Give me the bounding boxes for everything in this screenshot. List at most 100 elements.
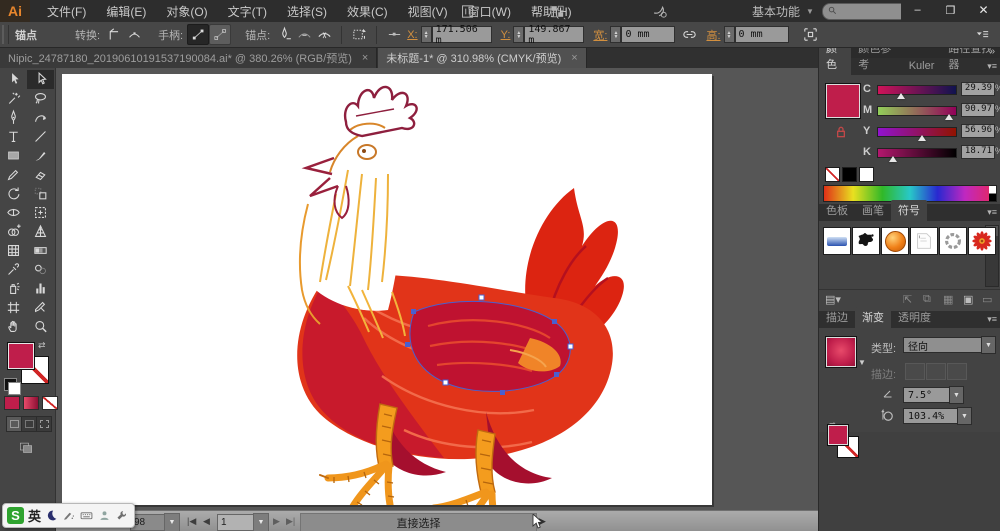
y-stepper[interactable]: ▲▼ — [513, 26, 524, 43]
channel-slider[interactable] — [877, 148, 957, 158]
gradient-button[interactable] — [23, 396, 39, 410]
tool-shape-builder[interactable] — [0, 222, 27, 241]
channel-slider[interactable] — [877, 127, 957, 137]
ime-logo[interactable]: S — [7, 507, 24, 524]
artboard-dropdown-icon[interactable]: ▼ — [253, 513, 269, 531]
symbol-blue-banner[interactable] — [823, 227, 851, 255]
angle-caret-icon[interactable]: ▼ — [949, 386, 964, 404]
color-panel-menu-icon[interactable]: ▾≡ — [987, 61, 997, 72]
channel-value-field[interactable]: 90.97 — [961, 103, 995, 117]
menu-item-4[interactable]: 选择(S) — [278, 0, 336, 23]
menu-item-6[interactable]: 视图(V) — [399, 0, 457, 23]
tool-paintbrush[interactable] — [27, 146, 54, 165]
slider-thumb[interactable] — [918, 135, 926, 141]
draw-inside-icon[interactable] — [37, 417, 51, 431]
symbol-red-flower[interactable] — [968, 227, 996, 255]
tool-eyedropper[interactable] — [0, 260, 27, 279]
slider-thumb[interactable] — [897, 93, 905, 99]
gradient-tab-0[interactable]: 描边 — [819, 307, 855, 328]
gradient-type-caret-icon[interactable]: ▼ — [981, 336, 996, 354]
white-chip[interactable] — [859, 167, 874, 182]
tool-type[interactable] — [0, 127, 27, 146]
width-field[interactable]: 0 mm — [621, 26, 675, 43]
delete-symbol-icon[interactable]: ▭ — [982, 293, 992, 306]
tool-free-transform[interactable] — [27, 203, 54, 222]
channel-value-field[interactable]: 18.71 — [961, 145, 995, 159]
aspect-caret-icon[interactable]: ▼ — [957, 407, 972, 425]
place-symbol-icon[interactable]: ⇱ — [903, 293, 912, 306]
tool-selection[interactable] — [0, 70, 27, 89]
wrench-icon[interactable] — [115, 509, 128, 522]
symbol-orange-sphere[interactable] — [881, 227, 909, 255]
hide-handles-icon[interactable] — [209, 24, 231, 45]
gradient-type-select[interactable]: 径向 — [903, 337, 989, 353]
symbols-tab-2[interactable]: 符号 — [891, 200, 927, 221]
menu-item-2[interactable]: 对象(O) — [157, 0, 216, 23]
width-stepper[interactable]: ▲▼ — [610, 26, 621, 43]
new-symbol-icon[interactable]: ▣ — [963, 293, 973, 306]
tool-pencil[interactable] — [0, 165, 27, 184]
channel-slider[interactable] — [877, 106, 957, 116]
menu-item-5[interactable]: 效果(C) — [338, 0, 397, 23]
color-tab-2[interactable]: Kuler — [902, 58, 942, 75]
height-field[interactable]: 0 mm — [735, 26, 789, 43]
menu-item-0[interactable]: 文件(F) — [38, 0, 95, 23]
symbol-options-icon[interactable]: ▦ — [943, 293, 953, 306]
slider-thumb[interactable] — [945, 114, 953, 120]
gradient-swatch[interactable] — [825, 336, 857, 368]
tool-pen[interactable] — [0, 108, 27, 127]
tool-rotate[interactable] — [0, 184, 27, 203]
lock-icon[interactable] — [833, 123, 849, 141]
none-button[interactable] — [42, 396, 58, 410]
menu-item-1[interactable]: 编辑(E) — [97, 0, 155, 23]
artboard[interactable] — [62, 74, 712, 505]
tool-artboard[interactable] — [0, 298, 27, 317]
symbol-libraries-icon[interactable]: ▤▾ — [825, 293, 841, 306]
tool-hand[interactable] — [0, 317, 27, 336]
gradient-aspect-field[interactable]: 103.4% — [903, 408, 965, 424]
convert-to-corner-icon[interactable] — [104, 25, 124, 44]
black-chip[interactable] — [842, 167, 857, 182]
channel-value-field[interactable]: 29.39 — [961, 82, 995, 96]
tool-lasso[interactable] — [27, 89, 54, 108]
tool-blend[interactable] — [27, 260, 54, 279]
close-tab-icon[interactable]: × — [362, 52, 368, 64]
close-button[interactable]: ✕ — [967, 0, 1000, 20]
keyboard-icon[interactable] — [79, 509, 94, 522]
stroke-across-icon[interactable] — [947, 363, 967, 380]
symbols-tab-1[interactable]: 画笔 — [855, 200, 891, 221]
control-bar-grip[interactable] — [2, 25, 9, 44]
canvas-pasteboard[interactable] — [55, 68, 818, 510]
slider-thumb[interactable] — [889, 156, 897, 162]
last-artboard-icon[interactable]: ▶| — [286, 516, 295, 527]
tool-column-graph[interactable] — [27, 279, 54, 298]
swap-fill-stroke-icon[interactable]: ⇄ — [38, 340, 46, 351]
tool-rectangle[interactable] — [0, 146, 27, 165]
symbol-ink-splat[interactable] — [852, 227, 880, 255]
tool-slice[interactable] — [27, 298, 54, 317]
color-button[interactable] — [4, 396, 20, 410]
cut-path-icon[interactable] — [314, 25, 334, 44]
app-logo[interactable]: Ai — [0, 0, 30, 22]
remove-anchor-icon[interactable] — [274, 25, 294, 44]
tool-eraser[interactable] — [27, 165, 54, 184]
height-stepper[interactable]: ▲▼ — [724, 26, 735, 43]
moon-icon[interactable] — [45, 509, 58, 522]
link-dimensions-icon[interactable] — [679, 25, 699, 44]
tool-scale[interactable] — [27, 184, 54, 203]
connect-path-icon[interactable] — [294, 25, 314, 44]
stroke-within-icon[interactable] — [905, 363, 925, 380]
x-stepper[interactable]: ▲▼ — [421, 26, 432, 43]
tool-gradient[interactable] — [27, 241, 54, 260]
gradient-swatch-caret-icon[interactable]: ▼ — [858, 358, 866, 367]
none-chip[interactable] — [825, 167, 840, 182]
x-field[interactable]: 171.506 m — [432, 26, 492, 43]
prev-artboard-icon[interactable]: ◀ — [203, 516, 210, 527]
tool-line-segment[interactable] — [27, 127, 54, 146]
tool-direct-selection[interactable] — [27, 70, 54, 89]
tool-perspective-grid[interactable] — [27, 222, 54, 241]
fill-swatch[interactable] — [7, 342, 35, 370]
current-color-swatch[interactable] — [825, 83, 861, 119]
symbols-tab-0[interactable]: 色板 — [819, 200, 855, 221]
gradient-tab-1[interactable]: 渐变 — [855, 307, 891, 328]
